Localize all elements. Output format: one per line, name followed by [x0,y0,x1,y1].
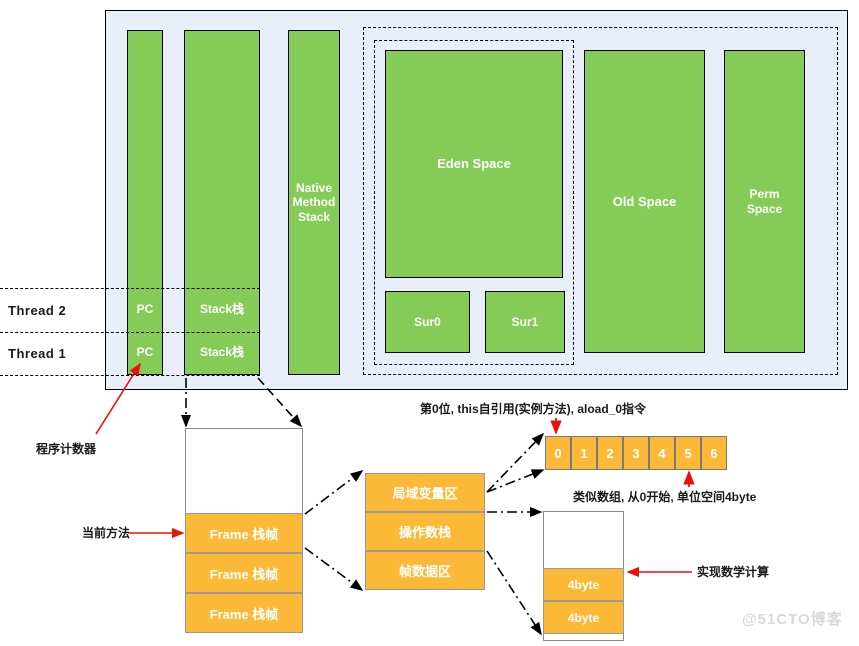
slot-zero-annotation: 第0位, this自引用(实例方法), aload_0指令 [420,402,647,416]
thread-label-2: Thread 2 [8,302,67,318]
stack-frame-current: Frame 栈帧 [185,513,303,553]
survivor-space-0: Sur0 [385,291,470,353]
operand-stack-connector-bottom [486,550,542,636]
frame-detail-connector-bottom [304,547,364,591]
frame-data-area: 帧数据区 [365,551,485,590]
operand-stack-slot-1: 4byte [543,568,624,601]
jvm-stack-thread1: Stack栈 [199,345,245,360]
local-var-slot-3: 3 [623,436,649,470]
thread-divider-bottom [0,375,260,376]
program-counter-annotation: 程序计数器 [36,442,97,456]
local-variable-array: 0 1 2 3 4 5 6 [545,436,727,470]
jvm-stack-column: Stack栈 Stack栈 [184,30,260,375]
perm-space-line-2: Space [746,201,783,216]
local-var-slot-2: 2 [597,436,623,470]
frame-detail-connector-top [304,470,364,515]
local-var-array-connector-top [486,432,545,493]
jvm-memory-diagram: PC PC Stack栈 Stack栈 Native Method Stack … [0,0,859,646]
native-method-stack-line-3: Stack [297,209,331,224]
stack-frame-3: Frame 栈帧 [185,593,303,633]
math-calc-annotation: 实现数学计算 [697,565,770,579]
native-method-stack-line-1: Native [295,181,333,196]
survivor-space-1: Sur1 [485,291,565,353]
native-method-stack: Native Method Stack [288,30,340,375]
pc-register-thread1: PC [136,345,154,360]
eden-space: Eden Space [385,50,563,278]
local-var-slot-0: 0 [545,436,571,470]
old-space: Old Space [584,50,705,353]
local-var-slot-5: 5 [675,436,701,470]
local-var-slot-4: 4 [649,436,675,470]
perm-space: Perm Space [724,50,805,353]
local-var-slot-1: 1 [571,436,597,470]
thread-label-1: Thread 1 [8,346,67,361]
pc-register-thread2: PC [136,301,154,316]
pc-register-column: PC PC [127,30,163,375]
perm-space-line-1: Perm [749,187,780,202]
jvm-stack-thread2: Stack栈 [199,301,245,316]
frame-local-variables: 局域变量区 [365,473,485,512]
local-var-array-connector-bottom [486,469,545,493]
current-method-annotation: 当前方法 [82,526,131,540]
watermark: @51CTO博客 [742,611,843,628]
native-method-stack-line-2: Method [292,195,336,210]
operand-stack-slot-2: 4byte [543,601,624,634]
local-var-slot-6: 6 [701,436,727,470]
array-like-annotation: 类似数组, 从0开始, 单位空间4byte [573,490,757,504]
frame-operand-stack: 操作数栈 [365,512,485,551]
stack-frame-2: Frame 栈帧 [185,553,303,593]
